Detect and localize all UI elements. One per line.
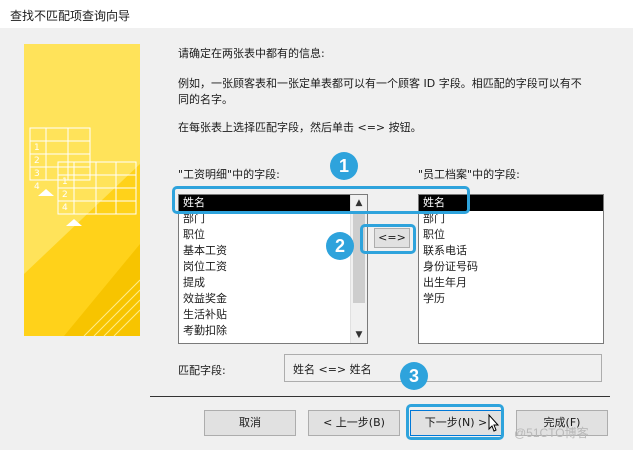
list-item[interactable]: 生活补贴	[179, 307, 367, 323]
wizard-window: 1 2 3 4 1 2 4 请确定在两张表中都有的信息: 例如，一张顾客表和一张…	[0, 28, 633, 450]
list-item[interactable]: 职位	[419, 227, 603, 243]
art-row-label: 2	[34, 156, 40, 166]
art-row-label: 1	[62, 177, 68, 187]
right-list-label: "员工档案"中的字段:	[418, 168, 520, 181]
match-field-label: 匹配字段:	[178, 364, 226, 377]
title-bar: 查找不匹配项查询向导	[0, 0, 633, 29]
art-row-label: 4	[34, 182, 40, 192]
instruction-line-1: 请确定在两张表中都有的信息:	[178, 47, 325, 60]
callout-badge: 2	[326, 232, 354, 260]
left-field-list[interactable]: 姓名 部门 职位 基本工资 岗位工资 提成 效益奖金 生活补贴 考勤扣除 ▲ ▼	[178, 194, 368, 344]
art-row-label: 2	[62, 190, 68, 200]
scroll-down-icon[interactable]: ▼	[351, 327, 367, 343]
highlight-box	[172, 186, 470, 214]
match-field-value: 姓名 <=> 姓名	[293, 363, 372, 376]
callout-badge: 1	[330, 152, 358, 180]
left-list-label: "工资明细"中的字段:	[178, 168, 280, 181]
art-row-label: 4	[62, 203, 68, 213]
window-title: 查找不匹配项查询向导	[10, 9, 131, 23]
list-item[interactable]: 效益奖金	[179, 291, 367, 307]
wizard-illustration: 1 2 3 4 1 2 4	[24, 44, 140, 336]
back-button[interactable]: < 上一步(B)	[308, 410, 400, 436]
match-field-box: 姓名 <=> 姓名	[284, 354, 602, 382]
instruction-line-2: 例如，一张顾客表和一张定单表都可以有一个顾客 ID 字段。相匹配的字段可以有不	[178, 77, 582, 90]
instruction-line-3: 在每张表上选择匹配字段，然后单击 <=> 按钮。	[178, 121, 422, 134]
list-item[interactable]: 岗位工资	[179, 259, 367, 275]
highlight-box	[406, 404, 504, 440]
list-item[interactable]: 联系电话	[419, 243, 603, 259]
list-item[interactable]: 出生年月	[419, 275, 603, 291]
list-item[interactable]: 身份证号码	[419, 259, 603, 275]
art-row-label: 3	[34, 169, 40, 179]
highlight-box	[360, 224, 416, 254]
art-row-label: 1	[34, 143, 40, 153]
instruction-line-2b: 同的名字。	[178, 93, 233, 106]
vertical-scrollbar[interactable]: ▲ ▼	[350, 195, 367, 343]
list-item[interactable]: 提成	[179, 275, 367, 291]
cancel-button[interactable]: 取消	[204, 410, 296, 436]
list-item[interactable]: 学历	[419, 291, 603, 307]
separator	[150, 396, 610, 397]
right-field-list[interactable]: 姓名 部门 职位 联系电话 身份证号码 出生年月 学历	[418, 194, 604, 344]
watermark: @51CTO博客	[514, 426, 589, 440]
list-item[interactable]: 考勤扣除	[179, 323, 367, 339]
callout-badge: 3	[400, 362, 428, 390]
